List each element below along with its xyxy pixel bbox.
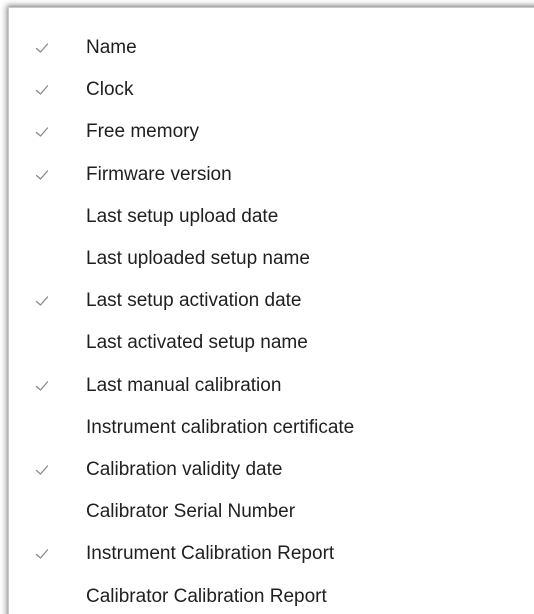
checkmark-icon bbox=[34, 546, 50, 562]
menu-item-label: Last activated setup name bbox=[86, 332, 308, 354]
menu-item-label: Name bbox=[86, 37, 137, 59]
menu-item-instrument-calibration-report[interactable]: Instrument Calibration Report bbox=[9, 533, 534, 575]
menu-item-label: Last setup activation date bbox=[86, 290, 302, 312]
menu-item-instrument-calibration-certificate[interactable]: Instrument calibration certificate bbox=[9, 407, 534, 449]
menu-item-last-activated-setup-name[interactable]: Last activated setup name bbox=[9, 322, 534, 364]
menu-item-label: Calibrator Serial Number bbox=[86, 501, 296, 523]
menu-item-last-setup-activation-date[interactable]: Last setup activation date bbox=[9, 280, 534, 322]
menu-item-label: Calibrator Calibration Report bbox=[86, 585, 327, 607]
menu-item-last-manual-calibration[interactable]: Last manual calibration bbox=[9, 365, 534, 407]
checkmark-icon bbox=[34, 378, 50, 394]
menu-item-label: Calibration validity date bbox=[86, 458, 283, 480]
menu-item-label: Last uploaded setup name bbox=[86, 248, 310, 270]
menu-item-calibration-validity-date[interactable]: Calibration validity date bbox=[9, 449, 534, 491]
menu-item-last-setup-upload-date[interactable]: Last setup upload date bbox=[9, 196, 534, 238]
menu-item-firmware-version[interactable]: Firmware version bbox=[9, 154, 534, 196]
menu-item-list: Name Clock Free memory Firmware version … bbox=[9, 27, 534, 614]
menu-item-label: Last setup upload date bbox=[86, 205, 279, 227]
menu-item-label: Instrument calibration certificate bbox=[86, 416, 355, 438]
menu-item-label: Firmware version bbox=[86, 163, 232, 185]
checkmark-icon bbox=[34, 82, 50, 98]
menu-item-last-uploaded-setup-name[interactable]: Last uploaded setup name bbox=[9, 238, 534, 280]
menu-item-label: Clock bbox=[86, 79, 134, 101]
menu-item-clock[interactable]: Clock bbox=[9, 69, 534, 111]
menu-item-calibrator-serial-number[interactable]: Calibrator Serial Number bbox=[9, 491, 534, 533]
menu-item-free-memory[interactable]: Free memory bbox=[9, 111, 534, 153]
checkmark-icon bbox=[34, 40, 50, 56]
menu-item-label: Last manual calibration bbox=[86, 374, 282, 396]
menu-item-calibrator-calibration-report[interactable]: Calibrator Calibration Report bbox=[9, 575, 534, 614]
menu-item-name[interactable]: Name bbox=[9, 27, 534, 69]
checkmark-icon bbox=[34, 124, 50, 140]
menu-item-label: Instrument Calibration Report bbox=[86, 543, 335, 565]
checkmark-icon bbox=[34, 462, 50, 478]
checkmark-icon bbox=[34, 167, 50, 183]
column-chooser-menu: Name Clock Free memory Firmware version … bbox=[8, 7, 534, 614]
checkmark-icon bbox=[34, 293, 50, 309]
menu-item-label: Free memory bbox=[86, 121, 199, 143]
